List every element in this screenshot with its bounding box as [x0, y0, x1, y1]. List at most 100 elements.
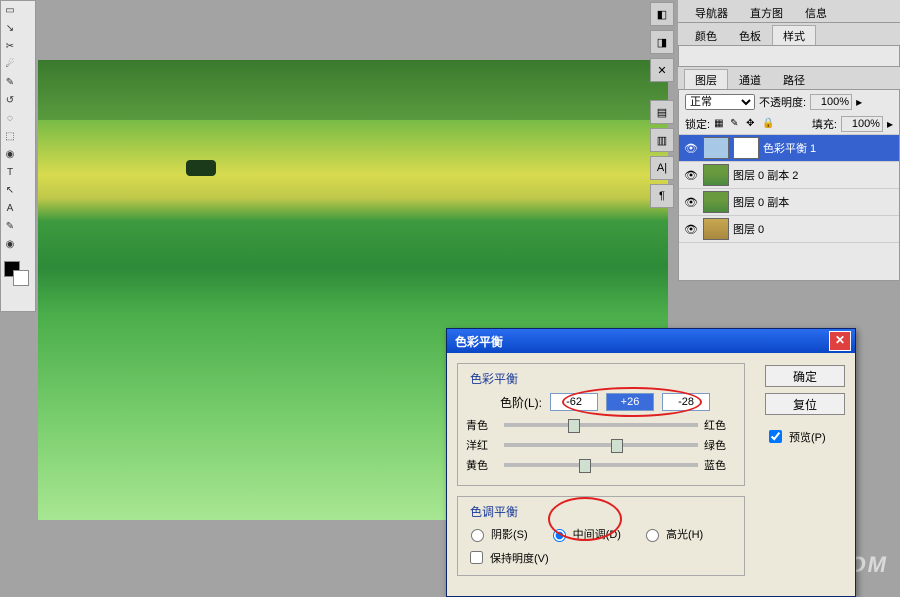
- layer-thumb-icon[interactable]: [703, 164, 729, 186]
- layer-name[interactable]: 色彩平衡 1: [763, 140, 895, 156]
- lock-pixels-icon[interactable]: ▦: [714, 118, 726, 130]
- tool-brush[interactable]: ◌: [1, 109, 19, 127]
- slider-left-label: 青色: [466, 417, 498, 433]
- checkbox-preserve-lum[interactable]: 保持明度(V): [466, 548, 736, 567]
- tool-marquee[interactable]: ▭: [1, 1, 19, 19]
- layer-row[interactable]: 👁 图层 0 副本: [679, 189, 899, 216]
- slider-row-cr: 青色 红色: [466, 417, 736, 433]
- slider-right-label: 红色: [704, 417, 736, 433]
- slider-yellow-blue[interactable]: [504, 463, 698, 467]
- layer-mask-thumb[interactable]: [733, 137, 759, 159]
- color-tabs: 颜色 色板 样式: [678, 23, 900, 46]
- layer-name[interactable]: 图层 0: [733, 221, 895, 237]
- ok-button[interactable]: 确定: [765, 365, 845, 387]
- tool-zoom[interactable]: ◉: [1, 235, 19, 253]
- layer-row[interactable]: 👁 图层 0 副本 2: [679, 162, 899, 189]
- layer-name[interactable]: 图层 0 副本 2: [733, 167, 895, 183]
- radio-highlights[interactable]: 高光(H): [641, 526, 703, 542]
- fieldset-title-cb: 色彩平衡: [466, 370, 522, 387]
- dialog-title: 色彩平衡: [451, 333, 829, 350]
- tool-lasso[interactable]: ✂: [1, 37, 19, 55]
- dock-actions-icon[interactable]: ▥: [650, 128, 674, 152]
- tool-wand[interactable]: ☄: [1, 55, 19, 73]
- levels-row: 色阶(L):: [466, 393, 736, 411]
- layer-row[interactable]: 👁 色彩平衡 1: [679, 135, 899, 162]
- eye-icon[interactable]: 👁: [683, 223, 699, 236]
- dialog-buttons: 确定 复位 预览(P): [765, 365, 845, 446]
- layer-thumb-icon[interactable]: [703, 218, 729, 240]
- slider-left-label: 洋红: [466, 437, 498, 453]
- tool-slice[interactable]: ↺: [1, 91, 19, 109]
- tool-crop[interactable]: ✎: [1, 73, 19, 91]
- close-icon[interactable]: ✕: [829, 331, 851, 351]
- level-input-yellow-blue[interactable]: [662, 393, 710, 411]
- tab-color[interactable]: 颜色: [684, 25, 728, 45]
- blend-controls: 正常 不透明度: 100% ▸: [679, 90, 899, 114]
- radio-midtones-input[interactable]: [553, 529, 566, 542]
- slider-right-label: 绿色: [704, 437, 736, 453]
- cancel-button[interactable]: 复位: [765, 393, 845, 415]
- tab-style[interactable]: 样式: [772, 25, 816, 45]
- tab-histogram[interactable]: 直方图: [739, 2, 794, 22]
- level-input-cyan-red[interactable]: [550, 393, 598, 411]
- layer-name[interactable]: 图层 0 副本: [733, 194, 895, 210]
- radio-shadows[interactable]: 阴影(S): [466, 526, 528, 542]
- tool-shape[interactable]: A: [1, 199, 19, 217]
- slider-thumb[interactable]: [611, 439, 623, 453]
- panel-dock-2: ▤ ▥ A| ¶: [650, 100, 674, 208]
- preview-check-input[interactable]: [769, 430, 782, 443]
- layer-thumb-icon[interactable]: [703, 137, 729, 159]
- lock-move-icon[interactable]: ✥: [746, 118, 758, 130]
- opacity-value[interactable]: 100%: [810, 94, 852, 110]
- slider-right-label: 蓝色: [704, 457, 736, 473]
- eye-icon[interactable]: 👁: [683, 196, 699, 209]
- fill-arrow-icon[interactable]: ▸: [887, 117, 893, 131]
- fill-value[interactable]: 100%: [841, 116, 883, 132]
- opacity-arrow-icon[interactable]: ▸: [856, 95, 862, 109]
- tab-swatch[interactable]: 色板: [728, 25, 772, 45]
- preview-checkbox[interactable]: 预览(P): [765, 427, 845, 446]
- tool-type[interactable]: T: [1, 163, 19, 181]
- slider-row-yb: 黄色 蓝色: [466, 457, 736, 473]
- tool-move[interactable]: ↘: [1, 19, 19, 37]
- blend-mode-select[interactable]: 正常: [685, 94, 755, 110]
- radio-midtones[interactable]: 中间调(D): [548, 526, 621, 542]
- lock-label: 锁定:: [685, 116, 710, 132]
- slider-thumb[interactable]: [579, 459, 591, 473]
- level-input-magenta-green[interactable]: [606, 393, 654, 411]
- tab-channels[interactable]: 通道: [728, 69, 772, 89]
- dock-color-icon[interactable]: ◨: [650, 30, 674, 54]
- tool-pen[interactable]: ✎: [1, 217, 19, 235]
- tab-layers[interactable]: 图层: [684, 69, 728, 89]
- tab-info[interactable]: 信息: [794, 2, 838, 22]
- slider-magenta-green[interactable]: [504, 443, 698, 447]
- fieldset-tone-balance: 色调平衡 阴影(S) 中间调(D) 高光(H) 保持明度(V): [457, 496, 745, 576]
- tool-stamp[interactable]: ⬚: [1, 127, 19, 145]
- fieldset-title-tb: 色调平衡: [466, 503, 522, 520]
- layer-thumb-icon[interactable]: [703, 191, 729, 213]
- tool-path[interactable]: ↖: [1, 181, 19, 199]
- slider-cyan-red[interactable]: [504, 423, 698, 427]
- image-cow: [186, 160, 216, 176]
- lock-all-icon[interactable]: 🔒: [762, 118, 774, 130]
- preserve-lum-check[interactable]: [470, 551, 483, 564]
- slider-thumb[interactable]: [568, 419, 580, 433]
- dock-tool-icon[interactable]: ✕: [650, 58, 674, 82]
- dock-para-icon[interactable]: ¶: [650, 184, 674, 208]
- eye-icon[interactable]: 👁: [683, 169, 699, 182]
- tool-eraser[interactable]: ◉: [1, 145, 19, 163]
- radio-shadows-input[interactable]: [471, 529, 484, 542]
- background-color[interactable]: [13, 270, 29, 286]
- tab-navigator[interactable]: 导航器: [684, 2, 739, 22]
- eye-icon[interactable]: 👁: [683, 142, 699, 155]
- layer-row[interactable]: 👁 图层 0: [679, 216, 899, 243]
- tab-paths[interactable]: 路径: [772, 69, 816, 89]
- radio-highlights-input[interactable]: [646, 529, 659, 542]
- lock-paint-icon[interactable]: ✎: [730, 118, 742, 130]
- dialog-titlebar[interactable]: 色彩平衡 ✕: [447, 329, 855, 353]
- dock-char-icon[interactable]: A|: [650, 156, 674, 180]
- dock-nav-icon[interactable]: ◧: [650, 2, 674, 26]
- fieldset-color-balance: 色彩平衡 色阶(L): 青色 红色 洋红 绿色 黄色 蓝色: [457, 363, 745, 486]
- dialog-body: 色彩平衡 色阶(L): 青色 红色 洋红 绿色 黄色 蓝色: [447, 353, 855, 596]
- dock-history-icon[interactable]: ▤: [650, 100, 674, 124]
